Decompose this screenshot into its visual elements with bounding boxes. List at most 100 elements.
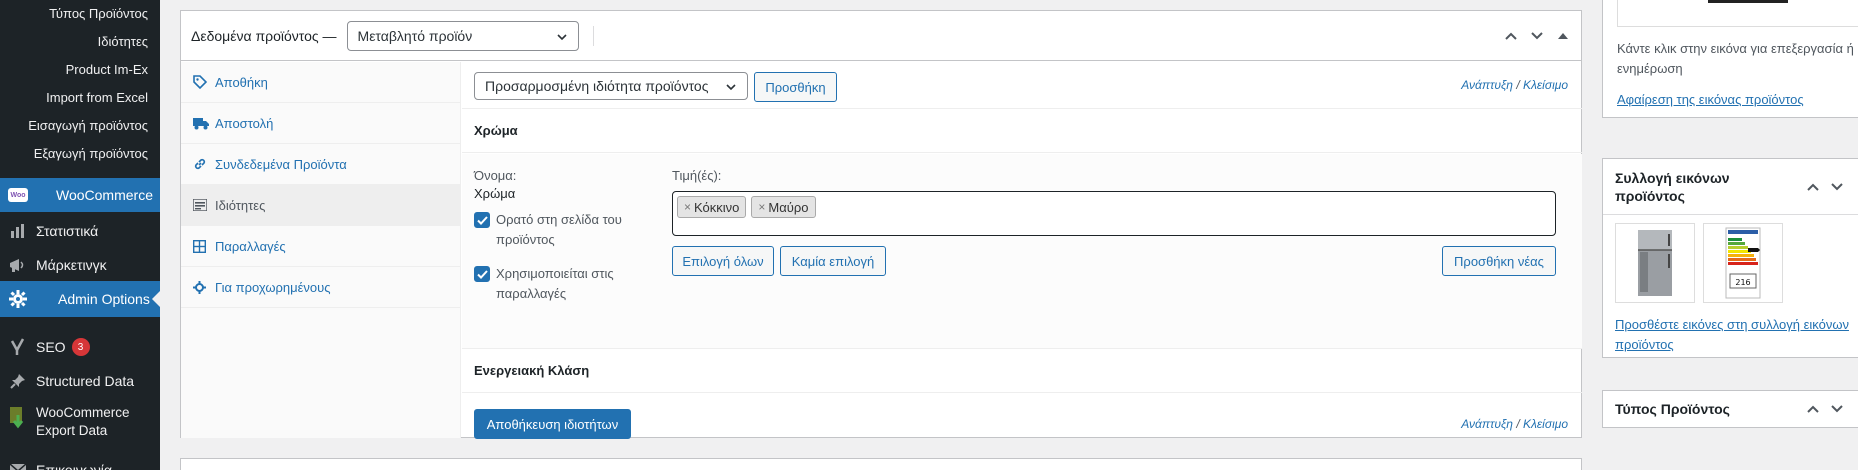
link-icon xyxy=(193,157,215,171)
value-tag: × Μαύρο xyxy=(751,196,816,218)
woocommerce-icon: Woo xyxy=(0,188,36,202)
variations-label-line1: Χρησιμοποιείται στις xyxy=(496,266,614,281)
visible-on-product-option: Ορατό στη σελίδα του προϊόντος xyxy=(474,212,622,250)
save-attributes-button[interactable]: Αποθήκευση ιδιοτήτων xyxy=(474,409,631,439)
tab-advanced[interactable]: Για προχωρημένους xyxy=(181,267,460,308)
sidebar-item-admin-options[interactable]: Admin Options xyxy=(0,281,160,317)
truck-icon xyxy=(193,117,215,130)
sidebar-item-label: Structured Data xyxy=(36,373,135,389)
panel-controls xyxy=(1501,26,1573,46)
seo-count-badge: 3 xyxy=(71,338,90,356)
tag-label: Μαύρο xyxy=(768,199,809,215)
tab-attributes[interactable]: Ιδιότητες xyxy=(181,185,460,226)
sidebar-sub-product-im-ex[interactable]: Product Im-Ex xyxy=(66,62,148,77)
tag-icon xyxy=(193,75,215,89)
attribute-values-input[interactable]: × Κόκκινο × Μαύρο xyxy=(672,191,1556,236)
gallery-thumb-fridge[interactable] xyxy=(1615,223,1695,303)
collapse-link[interactable]: Κλείσιμο xyxy=(1523,417,1568,431)
remove-product-image-link[interactable]: Αφαίρεση της εικόνας προϊόντος xyxy=(1617,90,1804,110)
sidebar-sub-export-product[interactable]: Εξαγωγή προϊόντος xyxy=(34,146,148,161)
tab-shipping[interactable]: Αποστολή xyxy=(181,103,460,144)
move-down-icon[interactable] xyxy=(1830,179,1844,195)
tag-label: Κόκκινο xyxy=(694,199,740,215)
gallery-thumb-energy-label[interactable]: 216 xyxy=(1703,223,1783,303)
select-none-button[interactable]: Καμία επιλογή xyxy=(780,246,886,276)
product-type-title: Τύπος Προϊόντος xyxy=(1615,401,1730,417)
tab-label: Ιδιότητες xyxy=(215,197,266,213)
product-type-select[interactable]: Μεταβλητό προϊόν xyxy=(346,20,579,51)
expand-link[interactable]: Ανάπτυξη xyxy=(1461,417,1513,431)
sidebar-item-label-line1: WooCommerce xyxy=(36,405,130,420)
select-all-button[interactable]: Επιλογή όλων xyxy=(672,246,774,276)
attribute-name-value: Χρώμα xyxy=(474,186,516,201)
tab-inventory[interactable]: Αποθήκη xyxy=(181,62,460,103)
grid-icon xyxy=(193,239,215,253)
sidebar-item-woo-export[interactable]: WooCommerce Export Data xyxy=(0,404,160,444)
visible-checkbox[interactable] xyxy=(474,212,490,228)
expand-collapse-links: Ανάπτυξη / Κλείσιμο xyxy=(1461,78,1568,92)
product-image-preview[interactable] xyxy=(1617,0,1858,27)
gallery-add-line2: προϊόντος xyxy=(1615,337,1674,352)
sidebar-sub-import-product[interactable]: Εισαγωγή προϊόντος xyxy=(28,118,148,133)
sidebar-item-contact[interactable]: Επικοινωνία xyxy=(0,456,160,470)
energy-kwh-text: 216 xyxy=(1735,278,1750,287)
add-gallery-images-link[interactable]: Προσθέστε εικόνες στη συλλογή εικόνων πρ… xyxy=(1615,315,1858,355)
move-down-icon[interactable] xyxy=(1830,401,1844,417)
fridge-image xyxy=(1638,230,1672,296)
gallery-add-line1: Προσθέστε εικόνες στη συλλογή εικόνων xyxy=(1615,317,1849,332)
product-image-box: Κάντε κλικ στην εικόνα για επεξεργασία ή… xyxy=(1602,0,1858,118)
sidebar-item-marketing[interactable]: Μάρκετινγκ xyxy=(0,248,160,282)
visible-label-line1: Ορατό στη σελίδα του xyxy=(496,212,622,227)
attribute-color-body: Όνομα: Χρώμα Ορατό στη σελίδα του προϊόν… xyxy=(462,154,1582,349)
move-down-icon[interactable] xyxy=(1527,26,1547,46)
custom-attribute-select[interactable]: Προσαρμοσμένη ιδιότητα προϊόντος xyxy=(474,72,748,100)
collapse-link[interactable]: Κλείσιμο xyxy=(1523,78,1568,92)
sidebar-item-woocommerce[interactable]: Woo WooCommerce xyxy=(0,178,160,212)
toggle-panel-icon[interactable] xyxy=(1553,26,1573,46)
attributes-toolbar: Προσαρμοσμένη ιδιότητα προϊόντος Προσθήκ… xyxy=(462,62,1582,109)
admin-sidebar: Τύπος Προϊόντος Ιδιότητες Product Im-Ex … xyxy=(0,0,160,470)
attribute-header-energy-class[interactable]: Ενεργειακή Κλάση xyxy=(462,349,1582,393)
sidebar-item-structured-data[interactable]: Structured Data xyxy=(0,364,160,398)
tab-label: Παραλλαγές xyxy=(215,238,286,254)
sidebar-item-label-line2: Export Data xyxy=(36,423,108,438)
remove-tag-icon[interactable]: × xyxy=(758,200,765,214)
link-separator: / xyxy=(1516,417,1520,431)
move-up-icon[interactable] xyxy=(1501,26,1521,46)
variations-checkbox[interactable] xyxy=(474,266,490,282)
tab-label: Συνδεδεμένα Προϊόντα xyxy=(215,156,347,172)
mail-icon xyxy=(0,464,36,470)
product-type-header: Τύπος Προϊόντος xyxy=(1603,391,1858,427)
expand-link[interactable]: Ανάπτυξη xyxy=(1461,78,1513,92)
sidebar-sub-product-type[interactable]: Τύπος Προϊόντος xyxy=(49,6,148,21)
tab-label: Αποστολή xyxy=(215,115,274,131)
chevron-down-icon xyxy=(556,30,568,42)
yoast-icon xyxy=(0,338,36,356)
attributes-panel: Προσαρμοσμένη ιδιότητα προϊόντος Προσθήκ… xyxy=(462,62,1582,439)
attribute-header-color[interactable]: Χρώμα xyxy=(462,109,1582,153)
product-data-tabs: Αποθήκη Αποστολή Συνδεδεμένα Προϊόντα Ιδ… xyxy=(181,62,461,438)
move-up-icon[interactable] xyxy=(1806,401,1820,417)
tab-label: Για προχωρημένους xyxy=(215,279,331,295)
tab-linked-products[interactable]: Συνδεδεμένα Προϊόντα xyxy=(181,144,460,185)
megaphone-icon xyxy=(0,257,36,273)
tab-variations[interactable]: Παραλλαγές xyxy=(181,226,460,267)
move-up-icon[interactable] xyxy=(1806,179,1820,195)
gallery-header: Συλλογή εικόνων προϊόντος xyxy=(1603,159,1858,215)
tab-label: Αποθήκη xyxy=(215,74,268,90)
sidebar-sub-attributes[interactable]: Ιδιότητες xyxy=(98,34,148,49)
panel-header: Δεδομένα προϊόντος — Μεταβλητό προϊόν xyxy=(181,11,1581,61)
sidebar-item-statistics[interactable]: Στατιστικά xyxy=(0,214,160,248)
bar-chart-icon xyxy=(0,223,36,239)
sidebar-item-label: WooCommerce xyxy=(56,187,153,203)
add-attribute-button[interactable]: Προσθήκη xyxy=(754,72,837,102)
sidebar-sub-import-excel[interactable]: Import from Excel xyxy=(46,90,148,105)
remove-tag-icon[interactable]: × xyxy=(684,200,691,214)
add-new-value-button[interactable]: Προσθήκη νέας xyxy=(1442,246,1556,276)
sidebar-item-label: Μάρκετινγκ xyxy=(36,257,107,273)
pin-icon xyxy=(0,373,36,389)
sidebar-item-seo[interactable]: SEO 3 xyxy=(0,330,160,364)
custom-attribute-value: Προσαρμοσμένη ιδιότητα προϊόντος xyxy=(485,78,709,94)
visible-label-line2: προϊόντος xyxy=(496,232,555,247)
product-image xyxy=(1708,0,1788,3)
